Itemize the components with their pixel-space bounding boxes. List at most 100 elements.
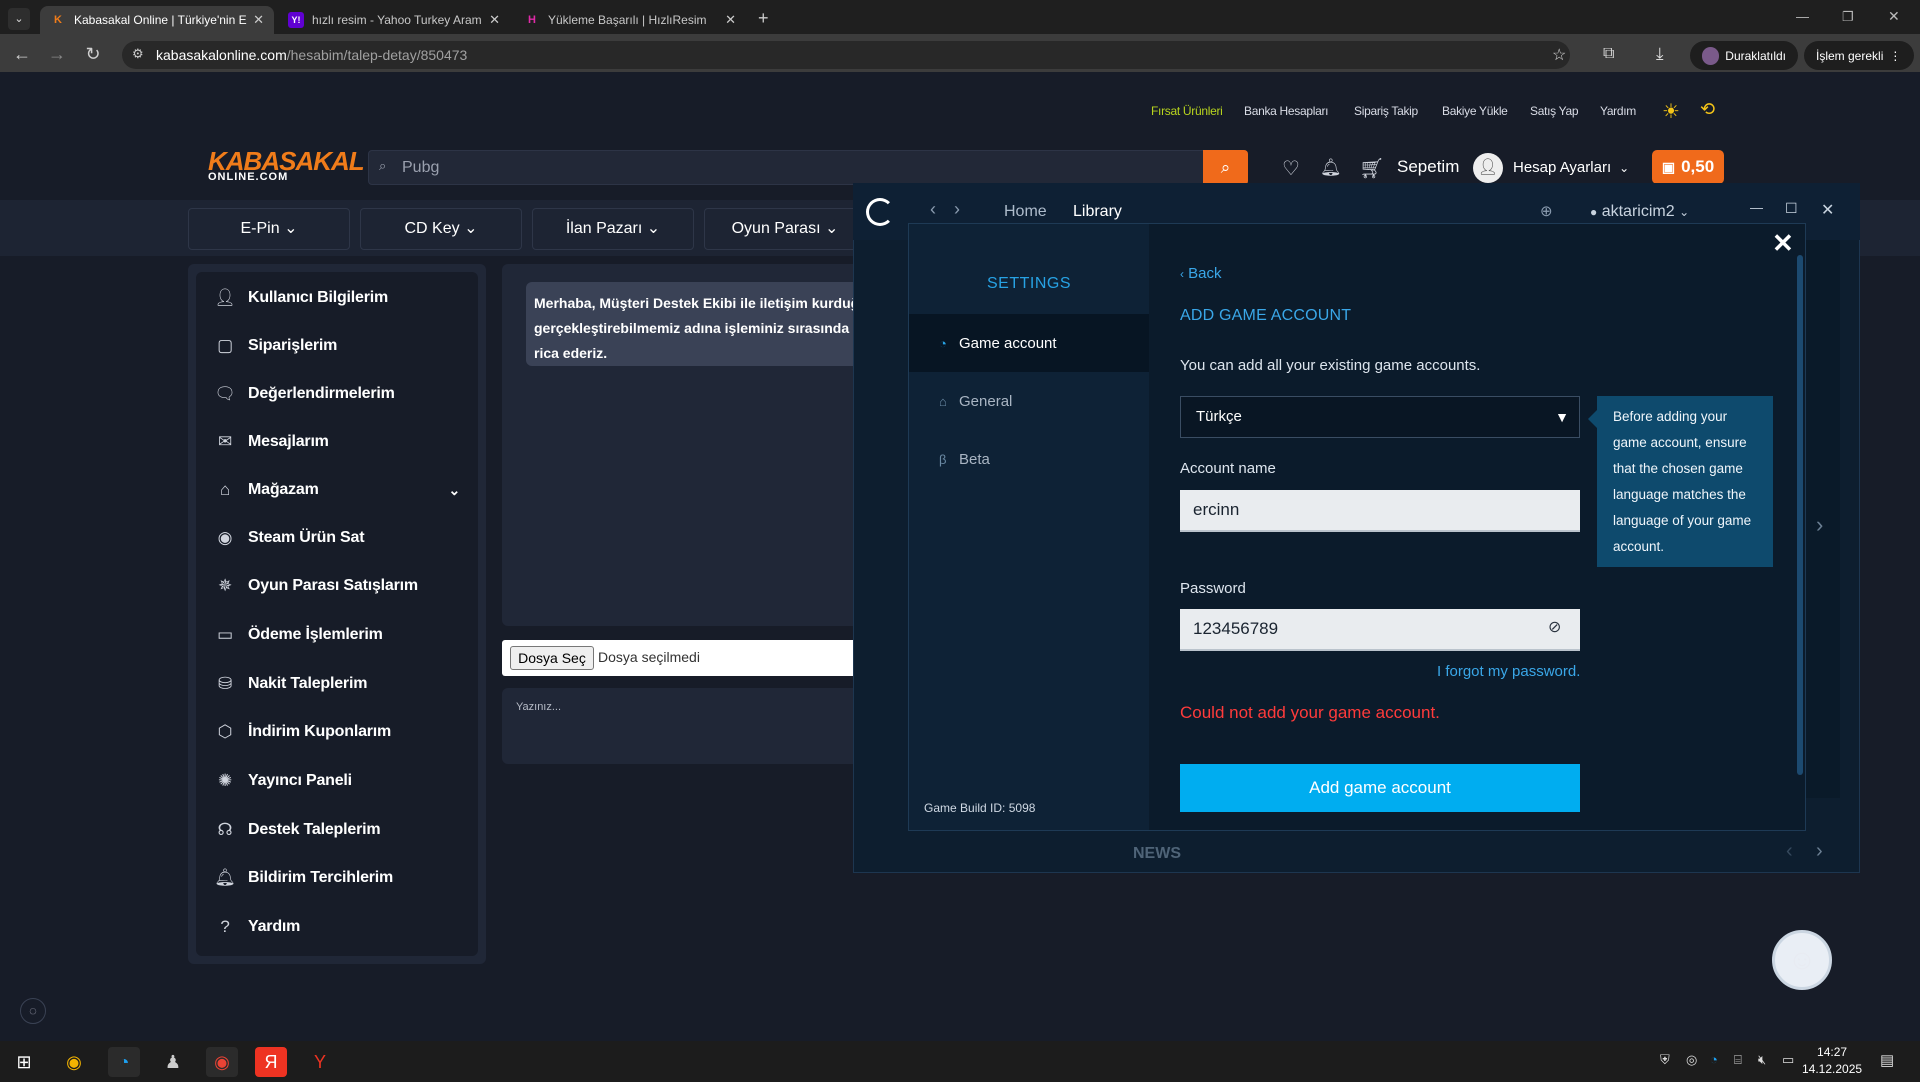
- tab-search-icon[interactable]: ⌄: [8, 8, 30, 30]
- back-arrow-icon[interactable]: ←: [10, 42, 34, 66]
- sidebar-item-kupon[interactable]: ⬡ İndirim Kuponlarım: [210, 717, 392, 747]
- toplink-yardim[interactable]: Yardım: [1600, 104, 1636, 118]
- tab-kabasakal[interactable]: K Kabasakal Online | Türkiye'nin E ✕: [40, 6, 274, 34]
- nav-home[interactable]: Home: [1004, 203, 1047, 221]
- toplink-siparis[interactable]: Sipariş Takip: [1354, 104, 1418, 118]
- toggle-password-visibility-icon[interactable]: ⊘: [1548, 617, 1561, 637]
- volume-muted-icon[interactable]: 🔇︎: [1758, 1052, 1766, 1068]
- globe-icon[interactable]: ⊕: [1540, 202, 1553, 220]
- tray-launcher-icon[interactable]: ◔: [1710, 1052, 1718, 1067]
- sidebar-item-oyun-parasi[interactable]: ✵ Oyun Parası Satışlarım: [210, 571, 418, 601]
- sidebar-item-magazam[interactable]: ⌂ Mağazam ⌄: [210, 475, 460, 505]
- sidebar-item-yardim[interactable]: ? Yardım: [210, 912, 300, 942]
- close-tab-icon[interactable]: ✕: [253, 12, 264, 28]
- bookmark-star-icon[interactable]: ☆: [1552, 45, 1566, 65]
- site-logo[interactable]: KABASAKAL ONLINE.COM: [208, 148, 365, 183]
- nav-forward-icon[interactable]: ›: [954, 199, 960, 220]
- sidebar-item-nakit[interactable]: ⛁ Nakit Taleplerim: [210, 669, 367, 699]
- toplink-bakiye[interactable]: Bakiye Yükle: [1442, 104, 1508, 118]
- menu-game-account[interactable]: ◔ Game account: [909, 314, 1149, 372]
- nav-library[interactable]: Library: [1073, 203, 1122, 221]
- sun-icon[interactable]: ☀: [1662, 99, 1680, 124]
- menu-general[interactable]: ⌂ General: [909, 372, 1149, 430]
- chatbot-avatar[interactable]: ☺: [1772, 930, 1832, 990]
- heart-icon[interactable]: ♡: [1282, 156, 1300, 181]
- tab-yahoo[interactable]: Y! hızlı resim - Yahoo Turkey Aram ✕: [278, 6, 510, 34]
- launcher-app-icon[interactable]: ◔: [108, 1047, 140, 1077]
- profile-paused-chip[interactable]: Duraklatıldı: [1690, 41, 1798, 70]
- site-info-icon[interactable]: ⚙: [132, 46, 144, 62]
- close-tab-icon[interactable]: ✕: [489, 12, 500, 28]
- sidebar-item-kullanici[interactable]: 👤︎ Kullanıcı Bilgilerim: [210, 283, 388, 313]
- toplink-satis[interactable]: Satış Yap: [1530, 104, 1579, 118]
- launcher-minimize-icon[interactable]: —: [1750, 200, 1763, 215]
- category-epin[interactable]: E-Pin ⌄: [188, 208, 350, 250]
- message-textarea[interactable]: [502, 688, 862, 764]
- cart-label[interactable]: Sepetim: [1397, 157, 1459, 177]
- forward-arrow-icon[interactable]: →: [45, 42, 69, 66]
- modal-scrollbar[interactable]: [1797, 255, 1803, 775]
- forgot-password-link[interactable]: I forgot my password.: [1437, 663, 1580, 680]
- windows-start-icon[interactable]: ⊞: [8, 1047, 40, 1077]
- choose-file-button[interactable]: Dosya Seç: [510, 646, 594, 670]
- news-prev-icon[interactable]: ‹: [1786, 840, 1793, 863]
- back-link[interactable]: ‹ Back: [1180, 265, 1222, 282]
- extensions-icon[interactable]: ⧉: [1603, 45, 1614, 63]
- category-ilan-pazari[interactable]: İlan Pazarı ⌄: [532, 208, 694, 250]
- toplink-banka[interactable]: Banka Hesapları: [1244, 104, 1329, 118]
- app-icon[interactable]: ♟: [157, 1047, 189, 1077]
- modal-close-icon[interactable]: ✕: [1772, 228, 1794, 259]
- restore-window-icon[interactable]: ❐: [1842, 9, 1854, 25]
- cart-icon[interactable]: 🛒︎: [1359, 156, 1384, 181]
- sidebar-item-destek[interactable]: ☊ Destek Taleplerim: [210, 815, 381, 845]
- tab-hizliresim[interactable]: H Yükleme Başarılı | HızlıResim ✕: [514, 6, 746, 34]
- site-search-input[interactable]: Pubg: [368, 150, 1248, 185]
- close-tab-icon[interactable]: ✕: [725, 12, 736, 28]
- bell-icon[interactable]: 🔔︎: [1320, 158, 1342, 178]
- sidebar-item-mesajlarim[interactable]: ✉ Mesajlarım: [210, 427, 329, 457]
- chrome-profile-icon[interactable]: ◉: [206, 1047, 238, 1077]
- display-icon[interactable]: ▭: [1782, 1052, 1794, 1068]
- account-name-field[interactable]: ercinn: [1180, 490, 1580, 532]
- search-button[interactable]: ⌕: [1203, 150, 1248, 185]
- new-tab-icon[interactable]: +: [758, 8, 769, 29]
- password-field[interactable]: 123456789: [1180, 609, 1580, 651]
- reload-icon[interactable]: ↻: [81, 42, 105, 66]
- close-window-icon[interactable]: ✕: [1888, 8, 1900, 25]
- sidebar-item-yayinci[interactable]: ✺ Yayıncı Paneli: [210, 766, 352, 796]
- category-oyun-parasi[interactable]: Oyun Parası ⌄: [704, 208, 866, 250]
- yandex-icon[interactable]: Я: [255, 1047, 287, 1077]
- sidebar-item-degerlendirmeler[interactable]: 🗨︎ Değerlendirmelerim: [210, 379, 395, 409]
- sidebar-item-bildirim[interactable]: 🔔︎ Bildirim Tercihlerim: [210, 863, 393, 893]
- nav-back-icon[interactable]: ‹: [930, 199, 936, 220]
- downloads-icon[interactable]: ⤓: [1656, 44, 1664, 64]
- taskbar-clock[interactable]: 14:27 14.12.2025: [1802, 1044, 1862, 1078]
- notifications-icon[interactable]: ▤: [1880, 1051, 1894, 1069]
- address-bar[interactable]: kabasakalonline.com/hesabim/talep-detay/…: [122, 41, 1570, 69]
- carousel-next-icon[interactable]: ›: [1816, 512, 1823, 538]
- add-game-account-button[interactable]: Add game account: [1180, 764, 1580, 812]
- minimize-window-icon[interactable]: —: [1796, 9, 1809, 24]
- sidebar-item-steam[interactable]: ◉ Steam Ürün Sat: [210, 523, 365, 553]
- sidebar-item-odeme[interactable]: ▭ Ödeme İşlemlerim: [210, 620, 383, 650]
- tray-shield-icon[interactable]: ⛨: [1660, 1052, 1670, 1068]
- news-next-icon[interactable]: ›: [1816, 840, 1823, 863]
- network-icon[interactable]: ⌸: [1734, 1052, 1742, 1068]
- action-required-chip[interactable]: İşlem gerekli ⋮: [1804, 41, 1914, 70]
- category-cdkey[interactable]: CD Key ⌄: [360, 208, 522, 250]
- cookie-settings-icon[interactable]: ◌: [20, 998, 46, 1024]
- paused-label: Duraklatıldı: [1725, 48, 1786, 63]
- account-settings-button[interactable]: 👤︎ Hesap Ayarları ⌄: [1473, 151, 1629, 184]
- sidebar-item-siparislerim[interactable]: ▢ Siparişlerim: [210, 331, 337, 361]
- tray-camera-icon[interactable]: ◎: [1686, 1052, 1697, 1068]
- balance-button[interactable]: ▣ 0,50: [1652, 150, 1724, 184]
- language-select[interactable]: Türkçe ▼: [1180, 396, 1580, 438]
- yandex-browser-icon[interactable]: Y: [304, 1047, 336, 1077]
- launcher-maximize-icon[interactable]: ☐: [1785, 200, 1798, 217]
- menu-beta[interactable]: β Beta: [909, 430, 1149, 488]
- launcher-close-icon[interactable]: ✕: [1821, 200, 1834, 220]
- user-menu[interactable]: ● aktaricim2 ⌄: [1590, 203, 1689, 221]
- toplink-firsat[interactable]: Fırsat Ürünleri: [1151, 104, 1223, 118]
- refresh-currency-icon[interactable]: ⟲: [1700, 99, 1715, 120]
- chrome-icon[interactable]: ◉: [58, 1047, 90, 1077]
